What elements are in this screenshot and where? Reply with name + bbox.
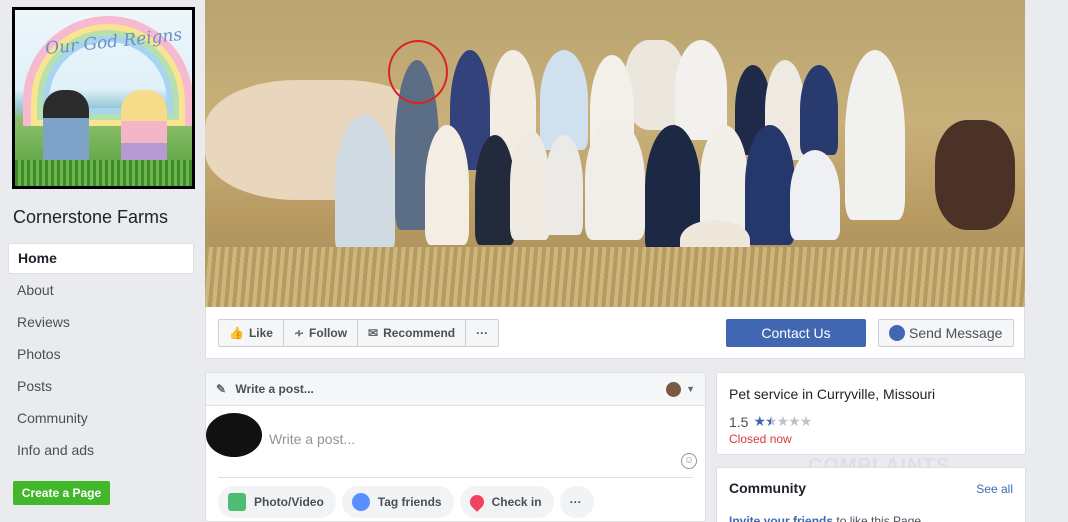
send-message-label: Send Message: [909, 325, 1003, 341]
community-title: Community: [729, 480, 806, 496]
speech-bubble-icon: ✉: [368, 326, 379, 340]
nav-item-info-and-ads[interactable]: Info and ads: [8, 434, 194, 466]
check-in-label: Check in: [491, 495, 542, 509]
composer-actions: Photo/Video Tag friends Check in ···: [218, 486, 594, 518]
child-figure-right: [121, 90, 167, 168]
follow-label: Follow: [309, 326, 348, 340]
composer-divider: [218, 477, 693, 478]
emoji-icon[interactable]: ☺: [681, 453, 697, 469]
post-input[interactable]: Write a post...: [269, 431, 355, 447]
chevron-down-icon[interactable]: ▼: [686, 373, 695, 406]
like-button[interactable]: 👍 Like: [219, 320, 284, 346]
invite-friends-text: to like this Page: [833, 514, 922, 522]
invite-friends-link[interactable]: Invite your friends: [729, 514, 833, 522]
recommend-label: Recommend: [383, 326, 456, 340]
grass-graphic: [15, 160, 192, 186]
send-message-button[interactable]: Send Message: [878, 319, 1014, 347]
page-nav: Home About Reviews Photos Posts Communit…: [8, 243, 194, 466]
status-badge: Closed now: [729, 432, 792, 446]
nav-item-home[interactable]: Home: [8, 243, 194, 274]
rating-value: 1.5: [729, 413, 749, 430]
rating-row[interactable]: 1.5 ★★★★★: [729, 413, 1013, 430]
posting-as-avatar[interactable]: [666, 382, 681, 397]
composer-header-label: Write a post...: [235, 382, 314, 396]
mule-right: [935, 120, 1015, 230]
avatar: [206, 413, 262, 457]
follow-button[interactable]: ∻ Follow: [284, 320, 359, 346]
profile-artwork: Our God Reigns: [15, 10, 192, 186]
recommend-button[interactable]: ✉ Recommend: [358, 320, 467, 346]
community-card: Community See all Invite your friends to…: [716, 467, 1026, 522]
like-label: Like: [248, 326, 273, 340]
rss-icon: ∻: [293, 326, 305, 340]
child-figure-left: [43, 90, 89, 168]
nav-item-photos[interactable]: Photos: [8, 338, 194, 370]
grass-foreground: [205, 247, 1025, 307]
page-info-card: Pet service in Curryville, Missouri 1.5 …: [716, 372, 1026, 455]
page-action-bar: 👍 Like ∻ Follow ✉ Recommend ··· Contact …: [205, 307, 1025, 359]
see-all-link[interactable]: See all: [976, 482, 1013, 496]
composer-more-button[interactable]: ···: [559, 486, 594, 518]
photo-video-label: Photo/Video: [254, 495, 324, 509]
post-composer: ✎ Write a post... ▼ Write a post... ☺ Ph…: [205, 372, 706, 522]
nav-item-reviews[interactable]: Reviews: [8, 306, 194, 338]
tag-friends-label: Tag friends: [377, 495, 442, 509]
nav-item-community[interactable]: Community: [8, 402, 194, 434]
nav-item-about[interactable]: About: [8, 274, 194, 306]
profile-picture[interactable]: Our God Reigns: [12, 7, 195, 189]
check-in-button[interactable]: Check in: [459, 486, 554, 518]
star-empty-icon: ★★★: [776, 413, 813, 429]
thumbs-up-icon: 👍: [229, 326, 244, 340]
location-pin-icon: [466, 492, 487, 512]
red-annotation-circle: [388, 40, 448, 104]
more-label: ···: [476, 326, 489, 340]
composer-more-label: ···: [569, 495, 582, 509]
page-category[interactable]: Pet service in Curryville, Missouri: [729, 386, 1013, 402]
photo-video-button[interactable]: Photo/Video: [218, 486, 336, 518]
star-rating: ★★★★★: [753, 413, 813, 430]
composer-header[interactable]: ✎ Write a post... ▼: [206, 373, 705, 406]
left-sidebar: Our God Reigns Cornerstone Farms Home Ab…: [0, 0, 205, 522]
messenger-icon: [889, 325, 905, 341]
cover-photo[interactable]: [205, 0, 1025, 307]
more-options-button[interactable]: ···: [466, 320, 498, 346]
create-page-button[interactable]: Create a Page: [13, 481, 110, 505]
invite-friends-row: Invite your friends to like this Page: [729, 514, 921, 522]
page-title[interactable]: Cornerstone Farms: [13, 207, 168, 228]
star-icon: ★: [753, 413, 766, 429]
nav-item-posts[interactable]: Posts: [8, 370, 194, 402]
photo-icon: [228, 493, 246, 511]
person-tag-icon: [351, 493, 370, 511]
tag-friends-button[interactable]: Tag friends: [341, 486, 454, 518]
pencil-icon: ✎: [216, 382, 227, 396]
page-action-group: 👍 Like ∻ Follow ✉ Recommend ···: [218, 319, 500, 347]
contact-us-button[interactable]: Contact Us: [726, 319, 866, 347]
star-half-icon: ★: [765, 413, 778, 429]
